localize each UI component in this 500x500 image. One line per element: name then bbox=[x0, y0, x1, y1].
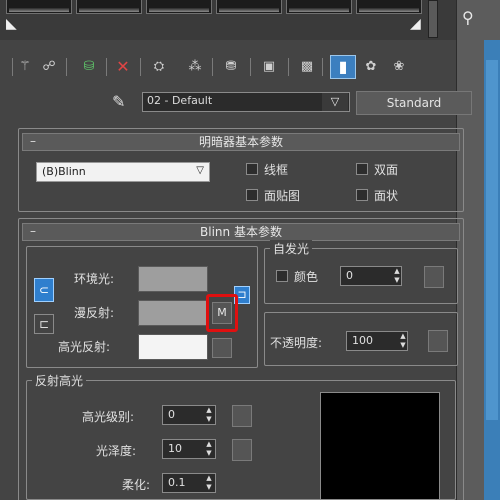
collapse-icon[interactable]: – bbox=[30, 224, 36, 238]
soften-value: 0.1 bbox=[168, 476, 186, 489]
specular-label: 高光反射: bbox=[58, 340, 111, 354]
opacity-map-button[interactable] bbox=[428, 330, 448, 352]
go-to-parent-icon[interactable]: ✿ bbox=[362, 58, 380, 76]
specular-highlights-label: 反射高光 bbox=[32, 372, 87, 389]
toolbar-separator bbox=[66, 58, 67, 76]
sample-slot[interactable] bbox=[146, 0, 212, 14]
wire-label: 线框 bbox=[264, 163, 289, 177]
eyedropper-icon[interactable]: ✎ bbox=[112, 92, 132, 112]
link-icon: ⊂ bbox=[38, 283, 50, 297]
diffuse-map-button[interactable]: M bbox=[212, 302, 232, 324]
material-type-button[interactable]: Standard bbox=[356, 91, 472, 115]
opacity-value: 100 bbox=[352, 334, 373, 347]
self-illumination-label: 自发光 bbox=[270, 240, 313, 257]
spinner-arrows-icon[interactable]: ▲ ▼ bbox=[204, 474, 214, 492]
go-forward-to-sibling-icon[interactable]: ❀ bbox=[390, 58, 408, 76]
show-end-result-icon[interactable]: ▮ bbox=[334, 58, 352, 76]
put-to-library-icon[interactable]: ⛃ bbox=[222, 58, 240, 76]
ambient-color-swatch[interactable] bbox=[138, 266, 208, 292]
glossiness-map-button[interactable] bbox=[232, 439, 252, 461]
spinner-arrows-icon[interactable]: ▲ ▼ bbox=[398, 332, 408, 350]
wire-checkbox[interactable] bbox=[246, 163, 258, 175]
sample-slot[interactable] bbox=[356, 0, 422, 14]
lock-diffuse-specular-button[interactable]: ⊏ bbox=[34, 314, 54, 334]
specular-level-map-button[interactable] bbox=[232, 405, 252, 427]
toolbar-separator bbox=[322, 58, 323, 76]
sample-slots-strip bbox=[0, 0, 500, 40]
diffuse-color-swatch[interactable] bbox=[138, 300, 208, 326]
toolbar-separator bbox=[12, 58, 13, 76]
make-unique-icon[interactable]: ⁂ bbox=[186, 58, 204, 76]
two-sided-label: 双面 bbox=[374, 163, 399, 177]
sample-slot[interactable] bbox=[216, 0, 282, 14]
two-sided-checkbox[interactable] bbox=[356, 163, 368, 175]
specular-level-label: 高光级别: bbox=[82, 410, 135, 424]
diffuse-label: 漫反射: bbox=[74, 306, 115, 320]
faceted-label: 面状 bbox=[374, 189, 399, 203]
sample-slots-scrollbar[interactable] bbox=[428, 0, 438, 38]
self-illumination-color-checkbox[interactable] bbox=[276, 270, 288, 282]
chevron-down-icon[interactable]: ▽ bbox=[322, 93, 348, 111]
face-map-label: 面贴图 bbox=[264, 189, 301, 203]
self-illumination-map-button[interactable] bbox=[424, 266, 444, 288]
sample-type-icon[interactable]: ⚲ bbox=[462, 8, 474, 27]
get-material-icon[interactable]: ⚚ bbox=[16, 58, 34, 76]
material-name-field[interactable]: 02 - Default bbox=[142, 92, 350, 112]
make-copy-icon[interactable]: ⛭ bbox=[150, 58, 168, 76]
specular-level-value: 0 bbox=[168, 408, 175, 421]
toolbar-separator bbox=[250, 58, 251, 76]
shader-type-dropdown[interactable]: (B)Blinn ▽ bbox=[36, 162, 210, 182]
material-id-channel-icon[interactable]: ▣ bbox=[260, 58, 278, 76]
ambient-label: 环境光: bbox=[74, 272, 115, 286]
spinner-arrows-icon[interactable]: ▲ ▼ bbox=[204, 440, 214, 458]
toolbar-separator bbox=[212, 58, 213, 76]
toolbar-separator bbox=[140, 58, 141, 76]
spinner-arrows-icon[interactable]: ▲ ▼ bbox=[204, 406, 214, 424]
link-icon: ⊐ bbox=[237, 288, 247, 301]
soften-label: 柔化: bbox=[122, 478, 151, 492]
toolbar-separator bbox=[106, 58, 107, 76]
faceted-checkbox[interactable] bbox=[356, 189, 368, 201]
shader-type-value: (B)Blinn bbox=[42, 165, 86, 178]
face-map-checkbox[interactable] bbox=[246, 189, 258, 201]
panel-scrollbar-thumb[interactable] bbox=[486, 60, 498, 420]
shader-basic-title[interactable]: 明暗器基本参数 bbox=[22, 133, 460, 151]
sample-slot[interactable] bbox=[6, 0, 72, 14]
highlight-curve-graph bbox=[320, 392, 440, 500]
self-illumination-value: 0 bbox=[346, 269, 353, 282]
sample-slot[interactable] bbox=[76, 0, 142, 14]
corner-arrow-right-icon: ◢ bbox=[410, 16, 421, 32]
lock-ambient-diffuse-button[interactable]: ⊂ bbox=[34, 278, 54, 302]
specular-color-swatch[interactable] bbox=[138, 334, 208, 360]
glossiness-value: 10 bbox=[168, 442, 182, 455]
corner-arrow-left-icon: ◣ bbox=[6, 16, 17, 32]
toolbar-separator bbox=[288, 58, 289, 76]
blinn-basic-title[interactable]: Blinn 基本参数 bbox=[22, 223, 460, 241]
opacity-label: 不透明度: bbox=[270, 336, 323, 350]
show-shaded-icon[interactable]: ▩ bbox=[298, 58, 316, 76]
glossiness-label: 光泽度: bbox=[96, 444, 137, 458]
specular-map-button[interactable] bbox=[212, 338, 232, 358]
put-to-scene-icon[interactable]: ☍ bbox=[40, 58, 58, 76]
chevron-down-icon: ▽ bbox=[196, 165, 204, 176]
assign-to-selection-icon[interactable]: ⛁ bbox=[80, 58, 98, 76]
sample-slot[interactable] bbox=[286, 0, 352, 14]
spinner-arrows-icon[interactable]: ▲ ▼ bbox=[392, 267, 402, 285]
self-illumination-color-label: 颜色 bbox=[294, 270, 319, 284]
link-icon: ⊏ bbox=[38, 317, 50, 331]
reset-map-icon[interactable]: ✕ bbox=[114, 58, 132, 76]
collapse-icon[interactable]: – bbox=[30, 134, 36, 148]
